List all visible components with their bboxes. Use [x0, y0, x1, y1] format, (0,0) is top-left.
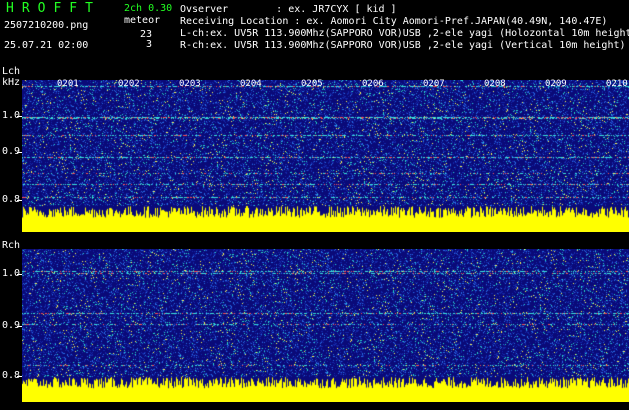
location-value: : ex. Aomori City Aomori-Pref.JAPAN(40.4…	[294, 16, 608, 27]
time-tick: 0209	[545, 79, 567, 89]
meteor-label: meteor	[124, 15, 161, 26]
time-tick: 0208	[484, 79, 506, 89]
lch-label: Lch	[2, 66, 21, 77]
time-tick: 0201	[57, 79, 79, 89]
app-logo: HROFFT	[6, 1, 101, 16]
time-tick: 0203	[179, 79, 201, 89]
observer-label: Ovserver	[180, 4, 229, 15]
location-label: Receiving Location	[180, 16, 289, 27]
lch-info: L-ch:ex. UV5R 113.900Mhz(SAPPORO VOR)USB…	[180, 28, 629, 39]
khz-label: kHz	[2, 77, 21, 88]
rch-label: Rch	[2, 240, 21, 251]
time-tick: 0205	[301, 79, 323, 89]
filename-label: 2507210200.png	[4, 20, 89, 31]
rch-waterfall	[22, 249, 629, 402]
time-tick: 0210	[606, 79, 628, 89]
time-tick: 0202	[118, 79, 140, 89]
time-tick: 0207	[423, 79, 445, 89]
lch-waterfall	[22, 80, 629, 232]
datetime-label: 25.07.21 02:00	[4, 40, 89, 51]
meteor-count-r: 3	[145, 39, 152, 50]
observer-row: Ovserver : ex. JR7CYX [ kid ]	[180, 4, 397, 15]
observer-value: : ex. JR7CYX [ kid ]	[276, 4, 397, 15]
time-tick: 0206	[362, 79, 384, 89]
rch-info: R-ch:ex. UV5R 113.900Mhz(SAPPORO VOR)USB…	[180, 40, 626, 51]
time-tick: 0204	[240, 79, 262, 89]
version-label: 2ch 0.30	[124, 3, 173, 14]
location-row: Receiving Location : ex. Aomori City Aomo…	[180, 16, 607, 27]
